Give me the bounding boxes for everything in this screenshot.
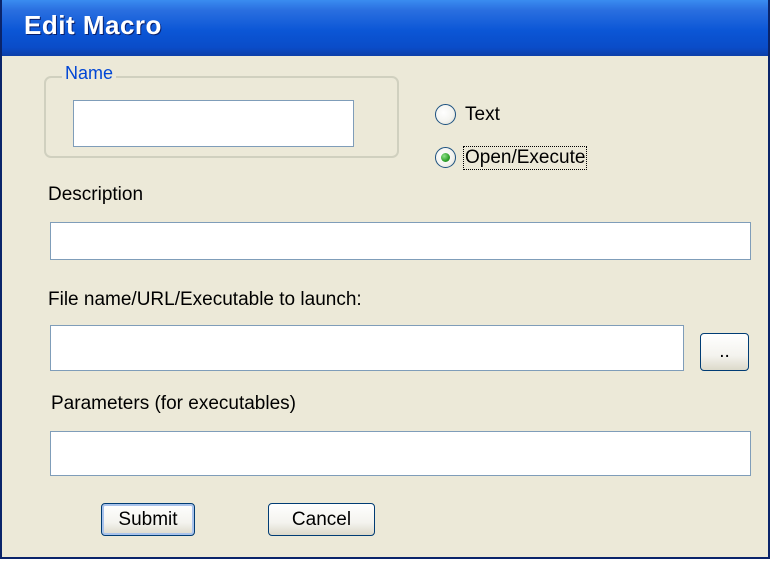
description-label: Description	[48, 184, 144, 205]
parameters-input[interactable]	[50, 431, 751, 476]
radio-text-label[interactable]: Text	[465, 104, 500, 126]
edit-macro-dialog: Edit Macro Name Text Open/Execute Descri…	[0, 0, 770, 559]
submit-button[interactable]: Submit	[101, 503, 195, 536]
radio-open-execute-label[interactable]: Open/Execute	[463, 146, 588, 170]
radio-text[interactable]	[435, 104, 456, 125]
window-title: Edit Macro	[24, 10, 162, 40]
cancel-button[interactable]: Cancel	[268, 503, 375, 536]
file-input[interactable]	[50, 325, 684, 371]
radio-selected-dot	[441, 153, 450, 162]
name-group-legend: Name	[62, 63, 117, 84]
description-input[interactable]	[50, 222, 751, 260]
browse-button[interactable]: ..	[700, 333, 749, 371]
file-label: File name/URL/Executable to launch:	[48, 289, 362, 310]
name-input[interactable]	[73, 100, 354, 147]
radio-open-execute[interactable]	[435, 147, 456, 168]
parameters-label: Parameters (for executables)	[51, 393, 296, 414]
title-bar[interactable]: Edit Macro	[2, 0, 768, 56]
